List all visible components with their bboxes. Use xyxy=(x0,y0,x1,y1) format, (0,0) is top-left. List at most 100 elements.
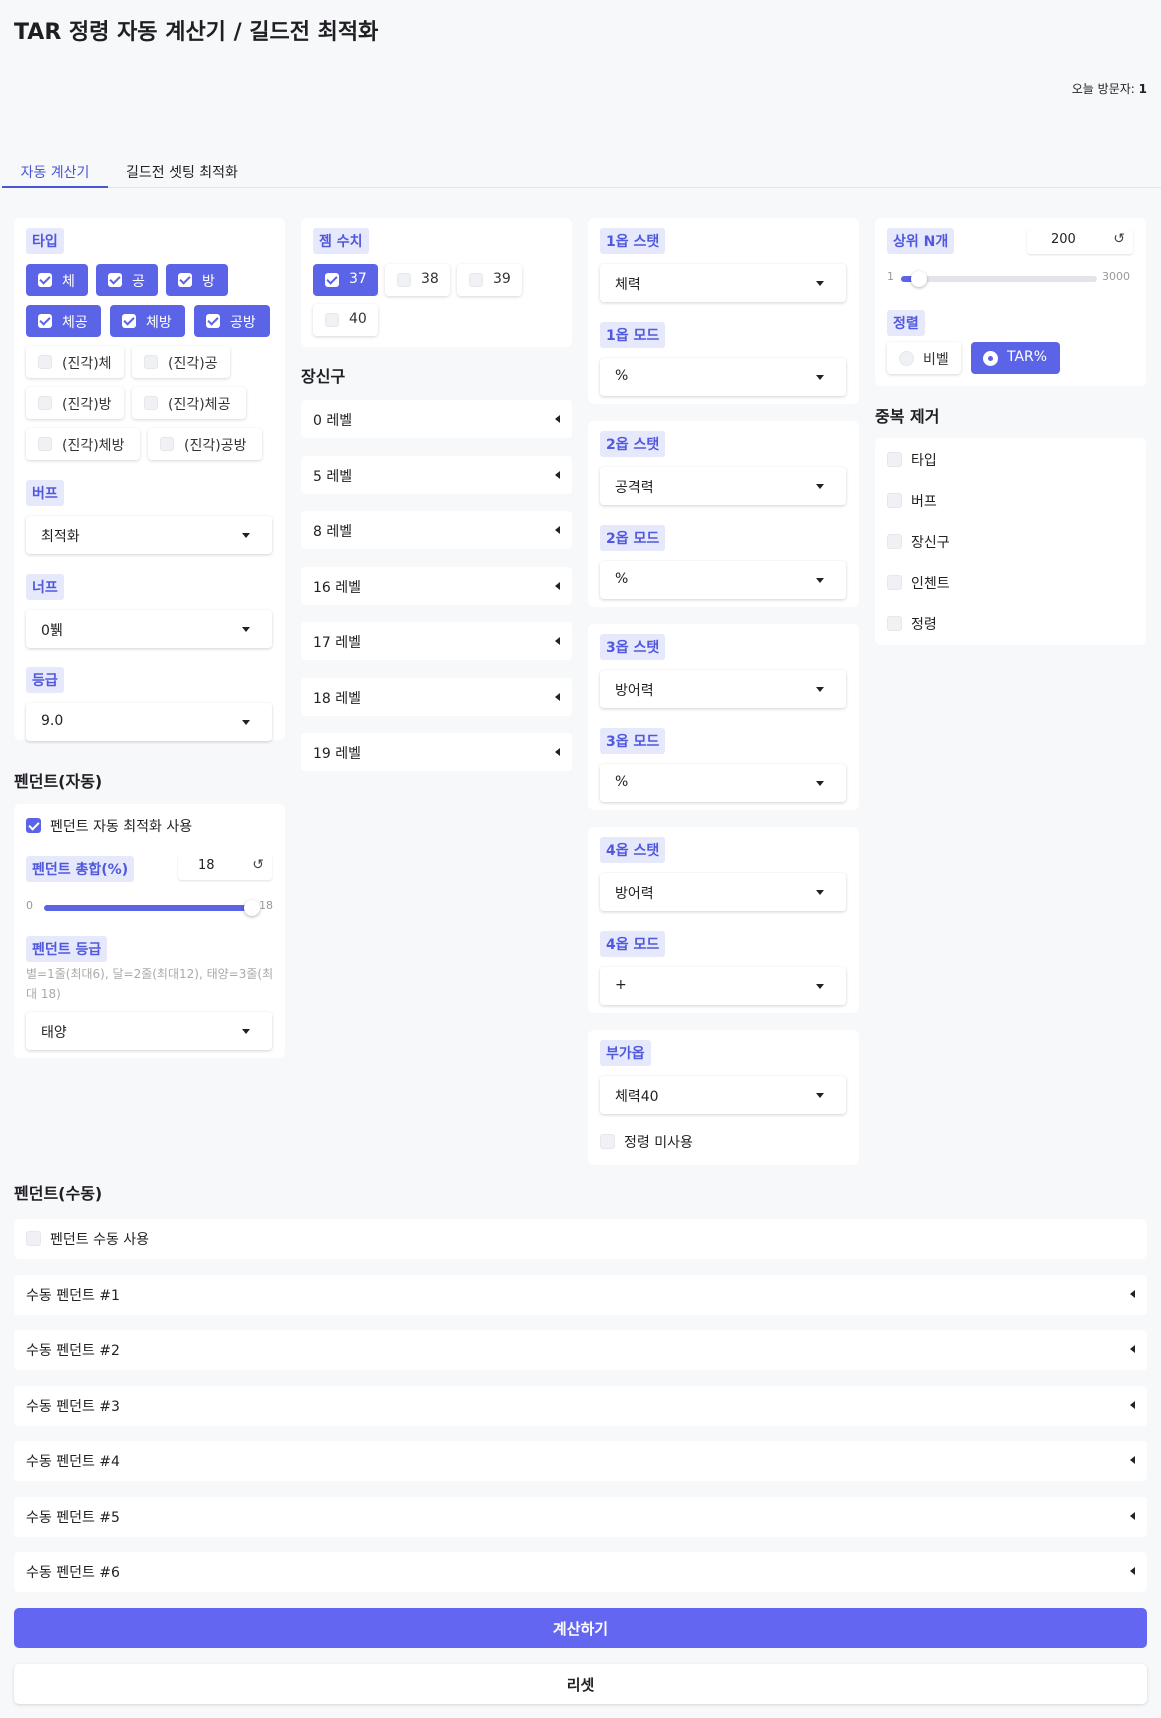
accordion-label: 0 레벨 xyxy=(313,413,353,429)
mode2-select[interactable]: % xyxy=(600,561,846,599)
stat4-panel: 4옵 스탯 방어력 4옵 모드 + xyxy=(588,827,859,1013)
refresh-icon[interactable]: ↺ xyxy=(1113,231,1125,247)
select-value: 체력 xyxy=(615,277,641,293)
checkbox-unchecked-icon xyxy=(397,273,411,287)
gem-chip-39[interactable]: 39 xyxy=(457,264,522,296)
chip-label: 40 xyxy=(349,311,367,327)
type-chip-jingak-chebang[interactable]: (진각)체방 xyxy=(26,428,140,460)
manual-pendant-2[interactable]: 수동 펜던트 #2 xyxy=(14,1330,1147,1370)
accordion-label: 수동 펜던트 #2 xyxy=(26,1343,120,1359)
accessory-level-8[interactable]: 8 레벨 xyxy=(301,511,572,549)
pendant-total-input[interactable]: 18 ↺ xyxy=(178,854,272,880)
sort-option-tar[interactable]: TAR% xyxy=(971,342,1060,374)
mode4-select[interactable]: + xyxy=(600,967,846,1005)
gem-chip-37[interactable]: 37 xyxy=(313,264,378,296)
pendant-grade-select[interactable]: 태양 xyxy=(26,1012,272,1050)
accessory-level-0[interactable]: 0 레벨 xyxy=(301,400,572,438)
type-chip-chebang[interactable]: 체방 xyxy=(110,305,185,337)
grade-label: 등급 xyxy=(26,667,64,693)
select-value: 공격력 xyxy=(615,480,654,496)
chip-label: 38 xyxy=(421,271,439,287)
stat2-select[interactable]: 공격력 xyxy=(600,467,846,505)
type-chip-che[interactable]: 체 xyxy=(26,264,88,296)
accordion-label: 5 레벨 xyxy=(313,469,353,485)
type-chip-jingak-gongbang[interactable]: (진각)공방 xyxy=(148,428,262,460)
type-chip-jingak-chegong[interactable]: (진각)체공 xyxy=(132,387,246,419)
checkbox-unchecked-icon xyxy=(144,396,158,410)
stat1-label: 1옵 스탯 xyxy=(600,228,666,254)
mode2-label: 2옵 모드 xyxy=(600,525,666,551)
manual-pendant-6[interactable]: 수동 펜던트 #6 xyxy=(14,1552,1147,1592)
caret-left-icon xyxy=(555,748,560,756)
accessory-level-18[interactable]: 18 레벨 xyxy=(301,678,572,716)
pendant-total-slider[interactable] xyxy=(44,900,260,916)
tab-guild-optimization[interactable]: 길드전 셋팅 최적화 xyxy=(126,158,238,188)
buff-select[interactable]: 최적화 xyxy=(26,516,272,554)
caret-down-icon xyxy=(816,375,824,380)
caret-left-icon xyxy=(1130,1401,1135,1409)
slider-max-label: 3000 xyxy=(1102,270,1130,283)
checkbox-unchecked-icon xyxy=(887,452,902,467)
accessory-level-5[interactable]: 5 레벨 xyxy=(301,456,572,494)
stat1-select[interactable]: 체력 xyxy=(600,264,846,302)
select-value: 0뷁 xyxy=(41,623,63,639)
gem-chip-38[interactable]: 38 xyxy=(385,264,450,296)
checkbox-checked-icon xyxy=(178,273,192,287)
grade-select[interactable]: 9.0 xyxy=(26,703,272,741)
stat3-select[interactable]: 방어력 xyxy=(600,670,846,708)
slider-thumb[interactable] xyxy=(911,271,927,287)
select-value: 방어력 xyxy=(615,683,654,699)
radio-selected-icon xyxy=(983,351,998,366)
chip-label: (진각)체 xyxy=(62,356,112,372)
stat4-select[interactable]: 방어력 xyxy=(600,873,846,911)
type-panel: 타입 체 공 방 체공 체방 공방 (진각)체 (진각)공 (진각)방 (진각)… xyxy=(14,218,285,741)
manual-pendant-4[interactable]: 수동 펜던트 #4 xyxy=(14,1441,1147,1481)
nerf-select[interactable]: 0뷁 xyxy=(26,610,272,648)
manual-pendant-1[interactable]: 수동 펜던트 #1 xyxy=(14,1275,1147,1315)
dedup-panel: 타입 버프 장신구 인첸트 정령 xyxy=(875,438,1146,645)
mode3-select[interactable]: % xyxy=(600,764,846,802)
sort-option-bibel[interactable]: 비벨 xyxy=(887,342,961,374)
type-chip-jingak-che[interactable]: (진각)체 xyxy=(26,346,124,378)
manual-pendant-3[interactable]: 수동 펜던트 #3 xyxy=(14,1386,1147,1426)
type-chip-gong[interactable]: 공 xyxy=(96,264,158,296)
accessory-level-16[interactable]: 16 레벨 xyxy=(301,567,572,605)
sort-label: 정렬 xyxy=(887,310,925,336)
reset-button[interactable]: 리셋 xyxy=(14,1664,1147,1704)
accessory-level-17[interactable]: 17 레벨 xyxy=(301,622,572,660)
refresh-icon[interactable]: ↺ xyxy=(252,857,264,873)
accordion-label: 수동 펜던트 #3 xyxy=(26,1399,120,1415)
slider-thumb[interactable] xyxy=(244,900,260,916)
select-value: + xyxy=(615,977,627,993)
type-chip-jingak-gong[interactable]: (진각)공 xyxy=(132,346,230,378)
dedup-title: 중복 제거 xyxy=(875,407,940,426)
checkbox-checked-icon xyxy=(206,314,220,328)
stat4-label: 4옵 스탯 xyxy=(600,837,666,863)
manual-pendant-5[interactable]: 수동 펜던트 #5 xyxy=(14,1497,1147,1537)
topn-input[interactable]: 200 ↺ xyxy=(1027,228,1133,254)
caret-left-icon xyxy=(1130,1290,1135,1298)
extra-option-select[interactable]: 체력40 xyxy=(600,1076,846,1114)
caret-left-icon xyxy=(555,637,560,645)
checkbox-label: 정령 미사용 xyxy=(624,1135,693,1151)
checkbox-label: 펜던트 수동 사용 xyxy=(50,1232,150,1248)
select-value: % xyxy=(615,368,629,384)
stat2-panel: 2옵 스탯 공격력 2옵 모드 % xyxy=(588,421,859,607)
stat3-panel: 3옵 스탯 방어력 3옵 모드 % xyxy=(588,624,859,810)
type-chip-jingak-bang[interactable]: (진각)방 xyxy=(26,387,124,419)
caret-down-icon xyxy=(816,890,824,895)
stat1-panel: 1옵 스탯 체력 1옵 모드 % xyxy=(588,218,859,404)
mode1-select[interactable]: % xyxy=(600,358,846,396)
tab-auto-calculator[interactable]: 자동 계산기 xyxy=(2,158,108,188)
type-chip-chegong[interactable]: 체공 xyxy=(26,305,101,337)
calculate-button[interactable]: 계산하기 xyxy=(14,1608,1147,1648)
type-chip-gongbang[interactable]: 공방 xyxy=(194,305,270,337)
type-chip-bang[interactable]: 방 xyxy=(166,264,228,296)
checkbox-label: 펜던트 자동 최적화 사용 xyxy=(50,819,193,835)
accessory-level-19[interactable]: 19 레벨 xyxy=(301,733,572,771)
caret-down-icon xyxy=(242,533,250,538)
topn-slider[interactable] xyxy=(901,271,1097,287)
mode3-label: 3옵 모드 xyxy=(600,728,666,754)
gem-chip-40[interactable]: 40 xyxy=(313,304,378,336)
checkbox-unchecked-icon xyxy=(887,575,902,590)
